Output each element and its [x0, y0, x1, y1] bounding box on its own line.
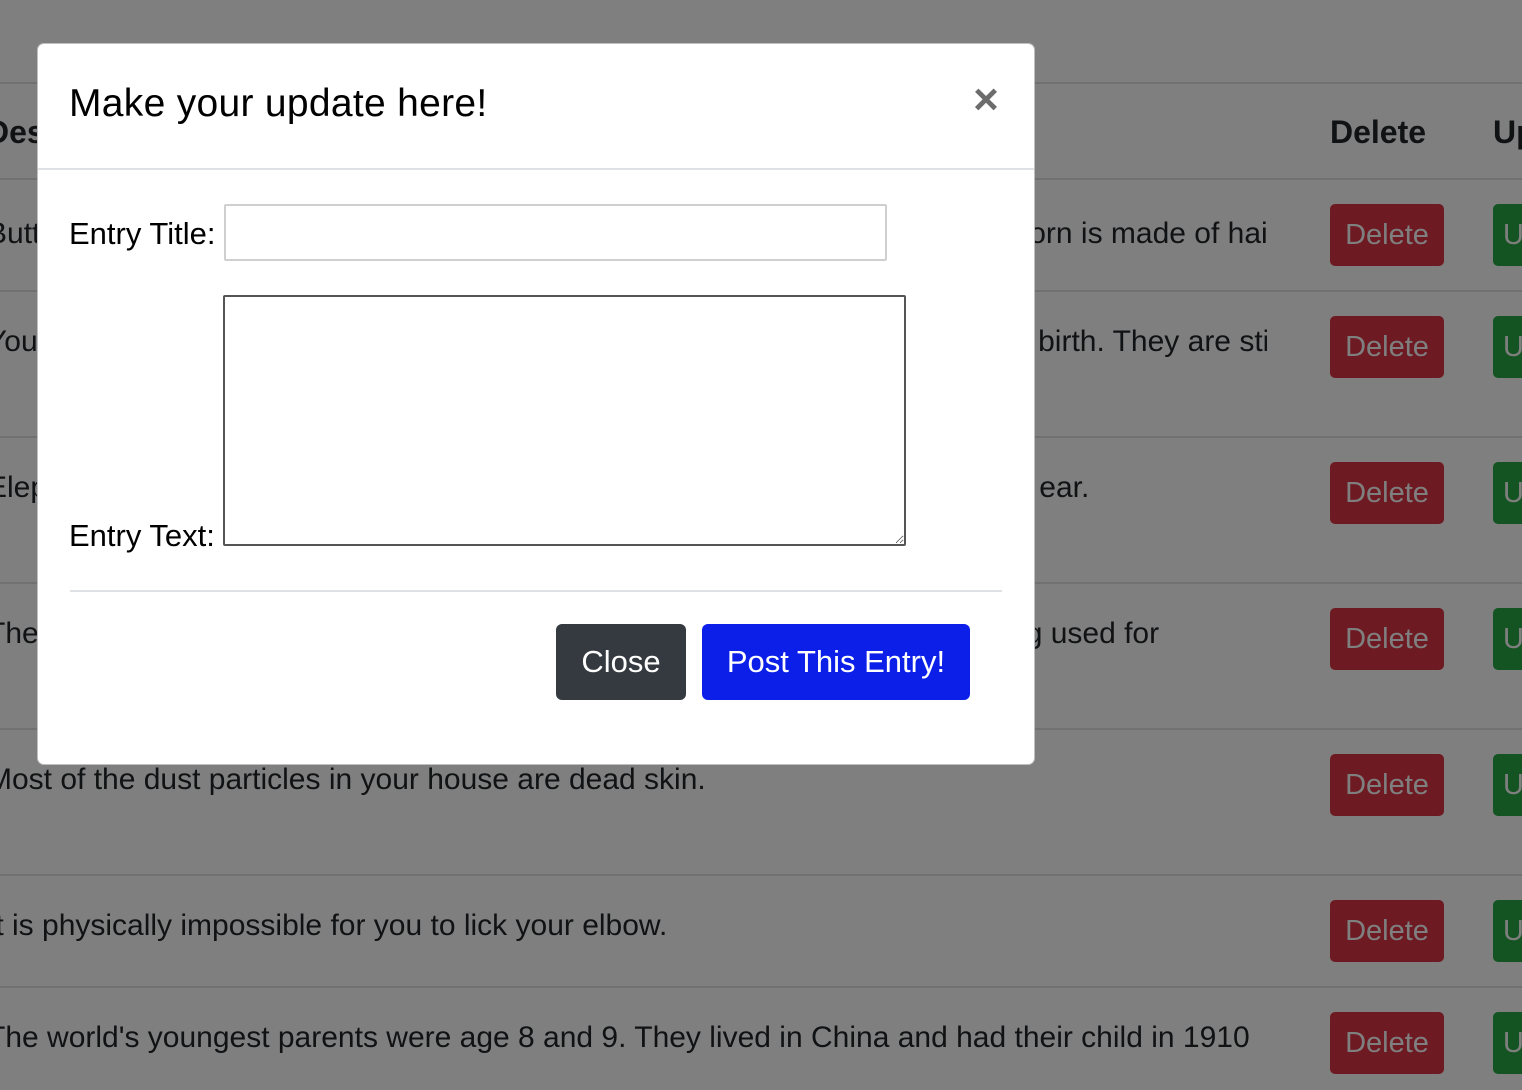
entry-title-input[interactable]: [224, 204, 887, 261]
close-icon[interactable]: ×: [968, 78, 1004, 122]
update-modal: Make your update here! × Entry Title: En…: [37, 43, 1035, 765]
entry-text-textarea[interactable]: [223, 295, 906, 546]
entry-title-label: Entry Title:: [69, 216, 216, 251]
modal-header: Make your update here! ×: [38, 44, 1034, 170]
post-entry-button[interactable]: Post This Entry!: [702, 624, 970, 700]
close-button[interactable]: Close: [556, 624, 686, 700]
page: Description Delete Update Butterflies ta…: [0, 0, 1522, 1090]
modal-footer-divider: [70, 590, 1002, 592]
entry-text-label: Entry Text:: [69, 518, 215, 553]
modal-title: Make your update here!: [69, 82, 488, 125]
